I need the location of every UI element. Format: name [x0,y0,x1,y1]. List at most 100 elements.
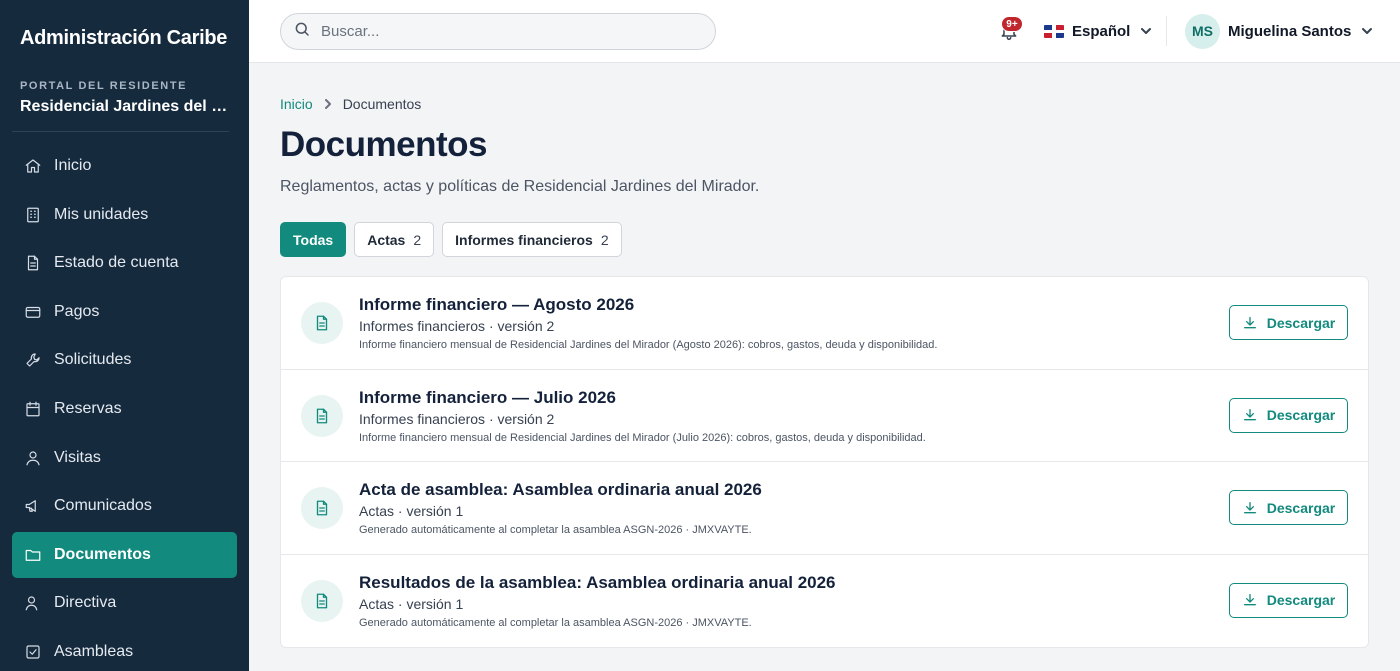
file-text-icon [301,394,343,437]
portal-name: Residencial Jardines del Mirador [20,98,232,115]
credit-card-icon [24,303,42,321]
sidebar-item-label: Pagos [54,302,100,320]
sidebar: Administración Caribe PORTAL DEL RESIDEN… [0,0,249,671]
sidebar-item-mis-unidades[interactable]: Mis unidades [12,192,237,238]
filter-label: Informes financieros [455,231,593,248]
users-icon [24,594,42,612]
document-description: Informe financiero mensual de Residencia… [359,431,926,444]
language-label: Español [1072,22,1131,40]
filter-label: Actas [367,231,406,248]
download-label: Descargar [1266,314,1336,331]
top-bar: 9+ Español MS Miguelina Santos [249,0,1400,63]
document-title: Informe financiero — Agosto 2026 [359,295,635,314]
sidebar-item-asambleas[interactable]: Asambleas [12,629,237,671]
document-meta: Informes financieros · versión 2 [359,318,555,334]
sidebar-item-label: Asambleas [54,642,134,660]
brand-title[interactable]: Administración Caribe [20,27,227,50]
sidebar-item-comunicados[interactable]: Comunicados [12,483,237,529]
filter-label: Todas [293,231,334,248]
filter-actas[interactable]: Actas 2 [354,222,435,257]
folder-icon [24,546,42,564]
search-input[interactable] [321,23,701,40]
search-box[interactable] [280,13,716,50]
document-row: Informe financiero — Julio 2026 Informes… [281,370,1368,462]
document-list: Informe financiero — Agosto 2026 Informe… [280,276,1369,648]
portal-label: PORTAL DEL RESIDENTE [20,80,188,92]
document-title: Resultados de la asamblea: Asamblea ordi… [359,572,836,592]
sidebar-item-label: Directiva [54,594,117,612]
document-description: Generado automáticamente al completar la… [359,524,752,536]
dominican-flag-icon [1044,24,1064,38]
sidebar-item-label: Reservas [54,399,122,417]
document-description: Generado automáticamente al completar la… [359,616,752,629]
sidebar-item-label: Mis unidades [54,205,149,223]
document-title: Informe financiero — Julio 2026 [359,387,616,407]
breadcrumb: Inicio Documentos [280,96,421,112]
download-button[interactable]: Descargar [1229,490,1348,525]
filter-todas[interactable]: Todas [280,222,347,257]
header-divider [1166,16,1167,46]
sidebar-divider [12,131,229,132]
document-meta: Actas · versión 1 [359,503,464,519]
download-label: Descargar [1266,407,1336,423]
chevron-down-icon [1362,28,1373,34]
download-icon [1243,409,1256,421]
notification-badge: 9+ [1001,16,1023,32]
chevron-down-icon [1141,28,1152,34]
breadcrumb-home-link[interactable]: Inicio [280,96,313,112]
user-icon [24,449,42,467]
sidebar-item-visitas[interactable]: Visitas [12,435,237,481]
document-row: Resultados de la asamblea: Asamblea ordi… [281,555,1368,648]
download-button[interactable]: Descargar [1229,582,1348,618]
sidebar-item-solicitudes[interactable]: Solicitudes [12,337,237,383]
document-title: Acta de asamblea: Asamblea ordinaria anu… [359,480,762,499]
download-label: Descargar [1266,592,1336,608]
sidebar-item-label: Visitas [54,448,101,466]
sidebar-item-label: Solicitudes [54,351,132,369]
search-icon [293,20,311,43]
sidebar-item-directiva[interactable]: Directiva [12,580,237,626]
page-title: Documentos [280,125,487,164]
filter-chips: Todas Actas 2 Informes financieros 2 [280,222,630,257]
breadcrumb-current: Documentos [342,96,422,112]
main-content: Inicio Documentos Documentos Reglamentos… [249,63,1400,671]
sidebar-item-pagos[interactable]: Pagos [12,289,237,335]
download-icon [1243,501,1256,513]
download-icon [1243,594,1256,606]
sidebar-item-reservas[interactable]: Reservas [12,386,237,432]
download-label: Descargar [1266,499,1336,516]
document-meta: Actas · versión 1 [359,595,464,612]
sidebar-item-documentos[interactable]: Documentos [12,531,237,578]
file-text-icon [301,487,343,529]
page-subtitle: Reglamentos, actas y políticas de Reside… [280,178,760,195]
user-name: Miguelina Santos [1228,22,1352,40]
document-meta: Informes financieros · versión 2 [359,410,555,427]
sidebar-item-estado-de-cuenta[interactable]: Estado de cuenta [12,240,237,286]
sidebar-item-inicio[interactable]: Inicio [12,143,237,189]
document-description: Informe financiero mensual de Residencia… [359,339,938,351]
filter-count: 2 [600,231,609,248]
sidebar-nav: Inicio Mis unidades Estado de cuenta Pag… [12,143,237,671]
megaphone-icon [24,497,42,515]
checkbox-icon [24,643,42,661]
sidebar-item-label: Estado de cuenta [54,254,179,272]
sidebar-item-label: Comunicados [54,497,152,515]
document-icon [24,254,42,272]
download-button[interactable]: Descargar [1229,397,1348,433]
wrench-icon [24,351,42,369]
download-icon [1243,316,1256,328]
avatar: MS [1185,13,1220,49]
document-row: Informe financiero — Agosto 2026 Informe… [281,277,1368,370]
calendar-icon [24,400,42,418]
file-text-icon [301,579,343,622]
filter-count: 2 [413,231,422,248]
sidebar-item-label: Inicio [54,157,92,174]
chevron-right-icon [324,99,331,109]
user-menu[interactable]: MS Miguelina Santos [1185,13,1373,49]
download-button[interactable]: Descargar [1229,305,1348,340]
document-row: Acta de asamblea: Asamblea ordinaria anu… [281,462,1368,555]
filter-informes-financieros[interactable]: Informes financieros 2 [442,222,622,257]
language-selector[interactable]: Español [1044,20,1152,42]
building-icon [24,206,42,224]
sidebar-item-label: Documentos [54,545,151,563]
